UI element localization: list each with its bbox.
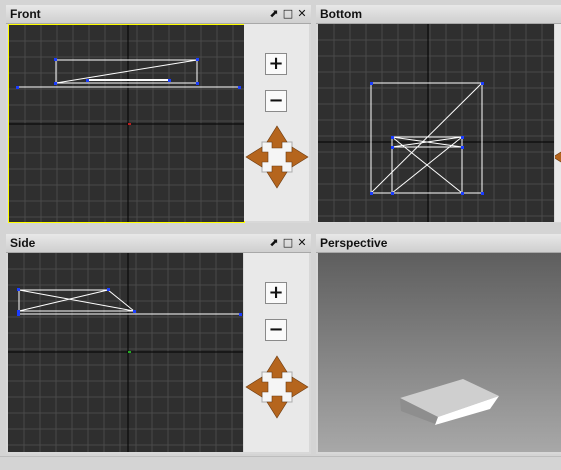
zoom-in-button[interactable]: + — [265, 53, 287, 75]
pan-up-arrow-icon[interactable] — [267, 354, 287, 378]
origin-marker — [128, 123, 131, 125]
pan-left-arrow-icon[interactable] — [244, 147, 268, 167]
3d-box-model — [400, 379, 499, 425]
bottom-titlebar: Bottom — [316, 5, 561, 24]
pan-right-arrow-icon[interactable] — [286, 147, 310, 167]
status-bar — [0, 456, 561, 470]
vertices — [370, 82, 484, 195]
pan-up-arrow-icon[interactable] — [267, 124, 287, 148]
pan-right-arrow-icon[interactable] — [286, 377, 310, 397]
bottom-nav-column — [555, 24, 561, 222]
zoom-in-button[interactable]: + — [265, 282, 287, 304]
pin-icon[interactable]: ⬈ — [268, 6, 280, 20]
side-nav-column: + − — [244, 253, 309, 452]
side-title: Side — [10, 236, 36, 250]
maximize-icon[interactable]: □ — [282, 235, 294, 249]
wireframe-mesh — [18, 289, 241, 315]
pan-left-arrow-icon[interactable] — [555, 147, 561, 167]
pan-left-arrow-icon[interactable] — [244, 377, 268, 397]
front-panel: Front ⬈ □ ✕ + − — [6, 5, 311, 223]
pan-down-arrow-icon[interactable] — [267, 166, 287, 190]
maximize-icon[interactable]: □ — [282, 6, 294, 20]
perspective-titlebar: Perspective — [316, 234, 561, 253]
front-viewport[interactable] — [8, 24, 245, 223]
pan-arrows-pad[interactable] — [244, 124, 310, 190]
bottom-panel: Bottom — [316, 5, 561, 223]
vertices — [17, 288, 242, 316]
side-titlebar: Side ⬈ □ ✕ — [6, 234, 311, 253]
bottom-viewport[interactable] — [318, 24, 554, 222]
pan-down-arrow-icon[interactable] — [267, 396, 287, 420]
side-panel: Side ⬈ □ ✕ + − — [6, 234, 311, 454]
perspective-panel: Perspective — [316, 234, 561, 454]
close-icon[interactable]: ✕ — [296, 235, 308, 249]
front-title: Front — [10, 7, 41, 21]
pan-arrows-pad[interactable] — [244, 354, 310, 420]
bottom-title: Bottom — [320, 7, 362, 21]
side-viewport[interactable] — [8, 253, 243, 452]
zoom-out-button[interactable]: − — [265, 319, 287, 341]
pin-icon[interactable]: ⬈ — [268, 235, 280, 249]
origin-marker — [128, 351, 131, 353]
pan-arrows-pad[interactable] — [555, 124, 561, 190]
wireframe-mesh — [370, 82, 483, 194]
close-icon[interactable]: ✕ — [296, 6, 308, 20]
front-nav-column: + − — [244, 24, 309, 221]
grid — [318, 24, 554, 222]
perspective-title: Perspective — [320, 236, 388, 250]
front-titlebar: Front ⬈ □ ✕ — [6, 5, 311, 24]
perspective-viewport[interactable] — [318, 253, 561, 452]
zoom-out-button[interactable]: − — [265, 90, 287, 112]
